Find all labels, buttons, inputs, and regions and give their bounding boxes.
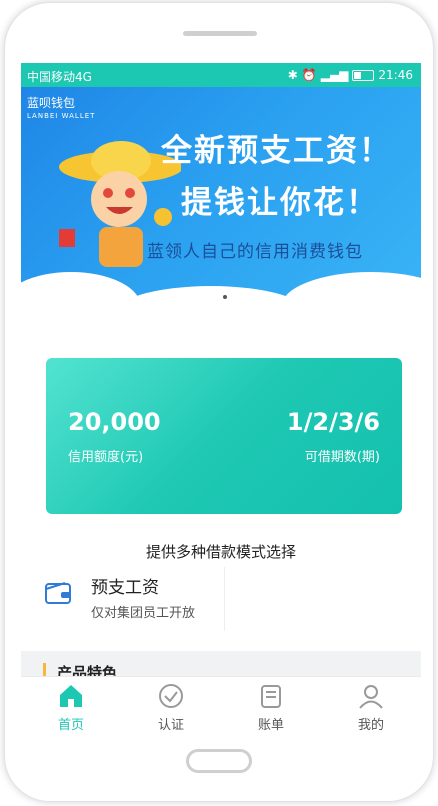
tab-home[interactable]: 首页: [21, 677, 121, 735]
tab-verify[interactable]: 认证: [121, 677, 221, 735]
tab-label: 认证: [157, 718, 184, 733]
tab-label: 账单: [257, 718, 284, 733]
phone-frame: 中国移动4G ✱ ⏰ ▂▄▆ 21:46 蓝呗钱包 LANBEI WALLET: [4, 2, 434, 802]
mode-item-salary-advance[interactable]: 预支工资 仅对集团员工开放: [21, 567, 225, 631]
carousel-indicator[interactable]: [223, 295, 227, 299]
signal-icon: ▂▄▆: [320, 68, 349, 82]
tab-label: 我的: [357, 718, 384, 733]
promo-banner[interactable]: 蓝呗钱包 LANBEI WALLET 全新预支工资！ 提钱让你花！ 蓝领人自己的…: [21, 87, 421, 312]
wallet-icon: [45, 582, 71, 604]
loan-periods-label: 可借期数(期): [304, 450, 380, 465]
battery-icon: [352, 69, 375, 81]
credit-amount-label: 信用额度(元): [68, 450, 144, 465]
cloud-decoration: [281, 272, 421, 312]
alarm-icon: ⏰: [301, 68, 317, 82]
user-icon: [359, 685, 383, 709]
phone-home-button[interactable]: [186, 749, 252, 773]
status-icons: ✱ ⏰ ▂▄▆ 21:46: [288, 68, 413, 82]
bill-icon: [261, 685, 281, 708]
logo-text: 蓝呗钱包: [27, 96, 76, 110]
mode-item-title: 预支工资: [91, 578, 159, 598]
app-screen: 中国移动4G ✱ ⏰ ▂▄▆ 21:46 蓝呗钱包 LANBEI WALLET: [21, 63, 421, 735]
bluetooth-icon: ✱: [287, 68, 298, 82]
home-icon: [60, 685, 82, 707]
tab-bills[interactable]: 账单: [221, 677, 321, 735]
loan-periods: 1/2/3/6: [286, 408, 380, 436]
banner-headline-1: 全新预支工资！: [161, 133, 392, 169]
brand-logo: 蓝呗钱包 LANBEI WALLET: [27, 97, 95, 123]
status-bar: 中国移动4G ✱ ⏰ ▂▄▆ 21:46: [21, 63, 421, 87]
banner-headline-2: 提钱让你花！: [181, 185, 379, 221]
loan-modes-title: 提供多种借款模式选择: [145, 543, 296, 561]
credit-amount: 20,000: [68, 408, 161, 436]
banner-slogan: 蓝领人自己的信用消费钱包: [147, 242, 363, 262]
phone-speaker: [183, 31, 257, 36]
carrier-label: 中国移动4G: [27, 70, 92, 84]
bottom-tab-bar: 首页 认证 账单 我的: [21, 676, 421, 735]
status-time: 21:46: [378, 68, 413, 82]
mode-item-desc: 仅对集团员工开放: [91, 606, 196, 621]
tab-label: 首页: [57, 718, 84, 733]
tab-mine[interactable]: 我的: [321, 677, 421, 735]
credit-summary-card[interactable]: 20,000 信用额度(元) 1/2/3/6 可借期数(期): [46, 358, 402, 514]
logo-subtext: LANBEI WALLET: [27, 112, 96, 120]
check-circle-icon: [159, 684, 183, 708]
